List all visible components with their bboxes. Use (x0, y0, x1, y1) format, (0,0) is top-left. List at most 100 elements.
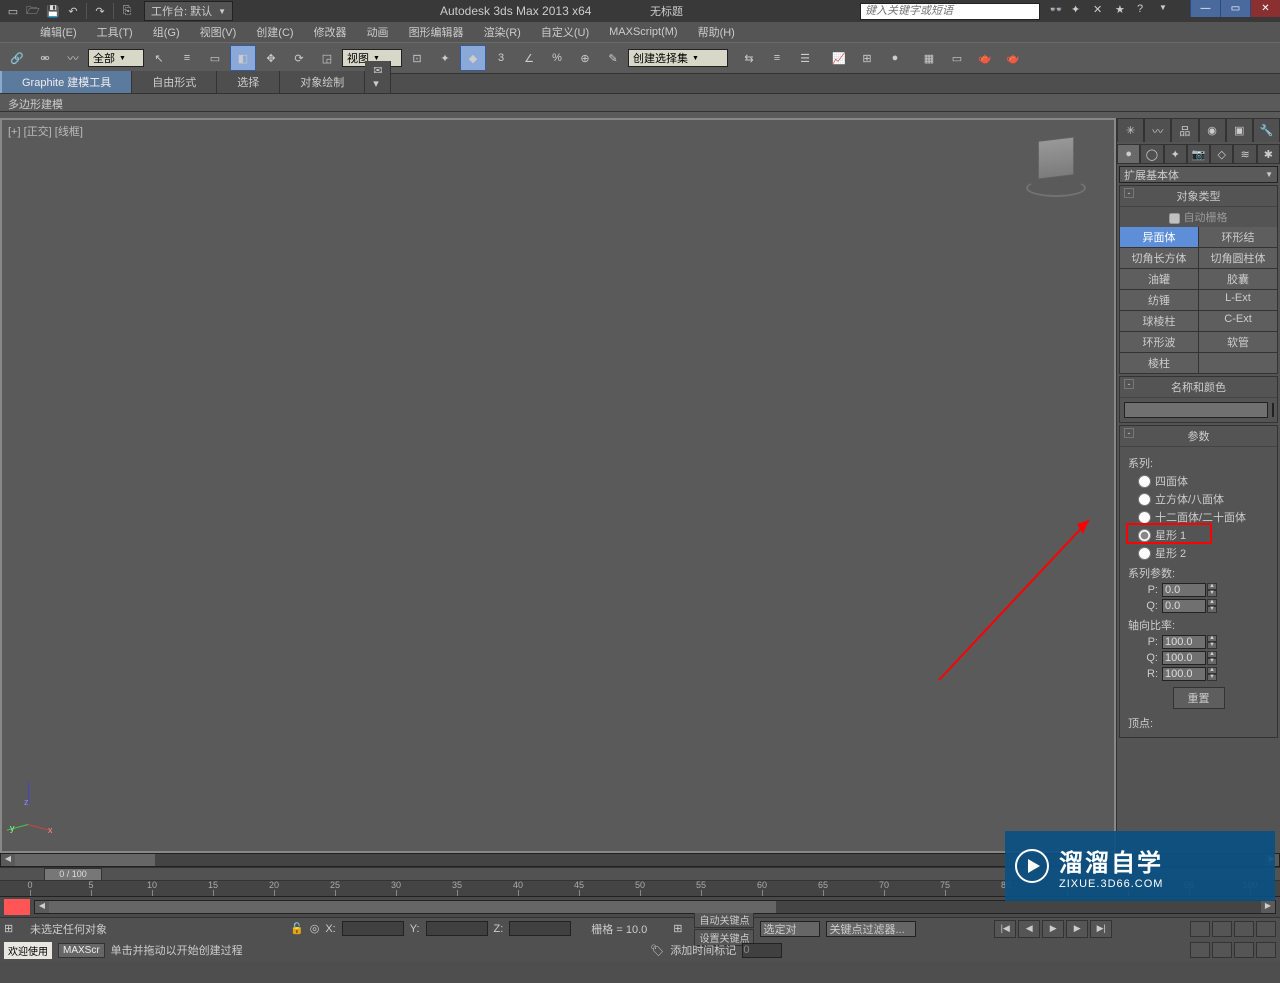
menu-help[interactable]: 帮助(H) (688, 22, 745, 42)
obj-prism[interactable]: 棱柱 (1120, 353, 1198, 373)
selection-filter-combo[interactable]: 选定对 (760, 921, 820, 937)
cmdtab-hierarchy-icon[interactable]: 品 (1171, 118, 1198, 142)
menu-customize[interactable]: 自定义(U) (531, 22, 599, 42)
rollout-object-type[interactable]: -对象类型 (1120, 186, 1277, 207)
viewcube[interactable] (1028, 138, 1084, 194)
minimize-button[interactable]: — (1190, 0, 1220, 17)
play-icon[interactable]: ▶ (1042, 920, 1064, 938)
menu-animation[interactable]: 动画 (357, 22, 399, 42)
p2-spinner[interactable]: ▲▼ (1162, 635, 1217, 649)
tool-schematic-icon[interactable]: ⊞ (854, 45, 880, 71)
ribbon-tab-graphite[interactable]: Graphite 建模工具 (0, 71, 132, 93)
obj-lext[interactable]: L-Ext (1199, 290, 1277, 310)
cmdtab-create-icon[interactable]: ✳ (1117, 118, 1144, 142)
qat-redo-icon[interactable]: ↷ (91, 2, 109, 20)
tool-scale-icon[interactable]: ◲ (314, 45, 340, 71)
workspace-dropdown[interactable]: 工作台: 默认 ▼ (144, 1, 233, 21)
tool-snap-icon[interactable]: ◆ (460, 45, 486, 71)
tool-align-icon[interactable]: ≡ (764, 45, 790, 71)
star-icon[interactable]: ★ (1115, 3, 1131, 19)
menu-tools[interactable]: 工具(T) (87, 22, 143, 42)
close-button[interactable]: ✕ (1250, 0, 1280, 17)
tool-rect-icon[interactable]: ▭ (202, 45, 228, 71)
p-spinner[interactable]: ▲▼ (1162, 583, 1217, 597)
tool-mirror-icon[interactable]: ⇆ (736, 45, 762, 71)
lock-selection-icon[interactable]: 🔓 (290, 922, 304, 935)
family-tetra[interactable]: 四面体 (1138, 473, 1269, 489)
tool-angle-snap-icon[interactable]: ∠ (516, 45, 542, 71)
obj-spindle[interactable]: 纺锤 (1120, 290, 1198, 310)
selection-filter[interactable]: 全部▼ (88, 49, 144, 67)
tool-render-prod-icon[interactable]: 🫖 (1000, 45, 1026, 71)
tool-move-icon[interactable]: ✥ (258, 45, 284, 71)
cat-spacewarps-icon[interactable]: ≋ (1233, 144, 1256, 164)
category-dropdown[interactable]: 扩展基本体▼ (1119, 166, 1278, 183)
ribbon-tab-paint[interactable]: 对象绘制 (280, 71, 365, 93)
obj-chamfercyl[interactable]: 切角圆柱体 (1199, 248, 1277, 268)
tool-rotate-icon[interactable]: ⟳ (286, 45, 312, 71)
menu-maxscript[interactable]: MAXScript(M) (599, 24, 687, 40)
menu-create[interactable]: 创建(C) (246, 22, 303, 42)
maximize-button[interactable]: ▭ (1220, 0, 1250, 17)
qat-link-icon[interactable]: ⎘ (118, 2, 136, 20)
ribbon-subpanel-label[interactable]: 多边形建模 (0, 94, 1280, 112)
search-input[interactable] (860, 3, 1040, 20)
tool-material-icon[interactable]: ● (882, 45, 908, 71)
menu-modifiers[interactable]: 修改器 (304, 22, 357, 42)
rollout-name-color[interactable]: -名称和颜色 (1120, 377, 1277, 398)
cmdtab-utilities-icon[interactable]: 🔧 (1253, 118, 1280, 142)
prompt-icon[interactable]: ⊞ (673, 922, 682, 935)
isolate-icon[interactable]: ◎ (310, 922, 320, 935)
key-icon[interactable]: ✦ (1071, 3, 1087, 19)
qat-save-icon[interactable]: 💾 (44, 2, 62, 20)
next-frame-icon[interactable]: ▶ (1066, 920, 1088, 938)
tool-snap3-icon[interactable]: 3 (488, 45, 514, 71)
nav-zoomext-icon[interactable] (1234, 921, 1254, 937)
family-star1[interactable]: 星形 1 (1138, 527, 1269, 543)
rollout-parameters[interactable]: -参数 (1120, 426, 1277, 447)
tool-window-crossing-icon[interactable]: ◧ (230, 45, 256, 71)
tool-select-name-icon[interactable]: ≡ (174, 45, 200, 71)
cat-cameras-icon[interactable]: 📷 (1187, 144, 1210, 164)
autogrid-checkbox[interactable]: 自动栅格 (1120, 207, 1277, 227)
coord-x-input[interactable] (342, 921, 404, 936)
nav-walk-icon[interactable] (1212, 942, 1232, 958)
add-time-tag[interactable]: 添加时间标记 (670, 942, 736, 958)
lock-icon[interactable]: ⊞ (4, 922, 18, 935)
nav-orbit-icon[interactable] (1190, 942, 1210, 958)
current-frame-input[interactable] (742, 943, 782, 958)
tool-bind-icon[interactable]: 〰 (60, 45, 86, 71)
object-color-swatch[interactable] (1272, 403, 1274, 417)
cat-helpers-icon[interactable]: ◇ (1210, 144, 1233, 164)
tool-pivot-icon[interactable]: ⊡ (404, 45, 430, 71)
cat-geometry-icon[interactable]: ● (1117, 144, 1140, 164)
maxscript-listener[interactable]: MAXScr (58, 943, 105, 958)
cat-lights-icon[interactable]: ✦ (1164, 144, 1187, 164)
tool-spinner-snap-icon[interactable]: ⊕ (572, 45, 598, 71)
viewport-label[interactable]: [+] [正交] [线框] (8, 123, 83, 139)
obj-ringwave[interactable]: 环形波 (1120, 332, 1198, 352)
track-scrollbar[interactable]: ◀▶ (34, 900, 1276, 914)
cat-shapes-icon[interactable]: ◯ (1140, 144, 1163, 164)
ribbon-tab-freeform[interactable]: 自由形式 (132, 71, 217, 93)
r-spinner[interactable]: ▲▼ (1162, 667, 1217, 681)
tool-select-icon[interactable]: ↖ (146, 45, 172, 71)
q2-spinner[interactable]: ▲▼ (1162, 651, 1217, 665)
viewport[interactable]: [+] [正交] [线框] x y z (0, 118, 1116, 853)
obj-oiltank[interactable]: 油罐 (1120, 269, 1198, 289)
nav-fov-icon[interactable] (1256, 921, 1276, 937)
ribbon-overflow-icon[interactable]: ✉ ▾ (365, 61, 391, 93)
named-selection-dropdown[interactable]: 创建选择集▼ (628, 49, 728, 67)
prev-frame-icon[interactable]: ◀ (1018, 920, 1040, 938)
tool-render-frame-icon[interactable]: ▭ (944, 45, 970, 71)
nav-max-icon[interactable] (1234, 942, 1254, 958)
nav-pan-icon[interactable] (1190, 921, 1210, 937)
menu-render[interactable]: 渲染(R) (474, 22, 531, 42)
tool-link-icon[interactable]: 🔗 (4, 45, 30, 71)
coord-y-input[interactable] (426, 921, 488, 936)
cat-systems-icon[interactable]: ✱ (1257, 144, 1280, 164)
auto-key-button[interactable]: 自动关键点 (694, 911, 754, 928)
key-filter-combo[interactable]: 关键点过滤器... (826, 921, 916, 937)
reset-button[interactable]: 重置 (1173, 687, 1225, 709)
goto-start-icon[interactable]: |◀ (994, 920, 1016, 938)
